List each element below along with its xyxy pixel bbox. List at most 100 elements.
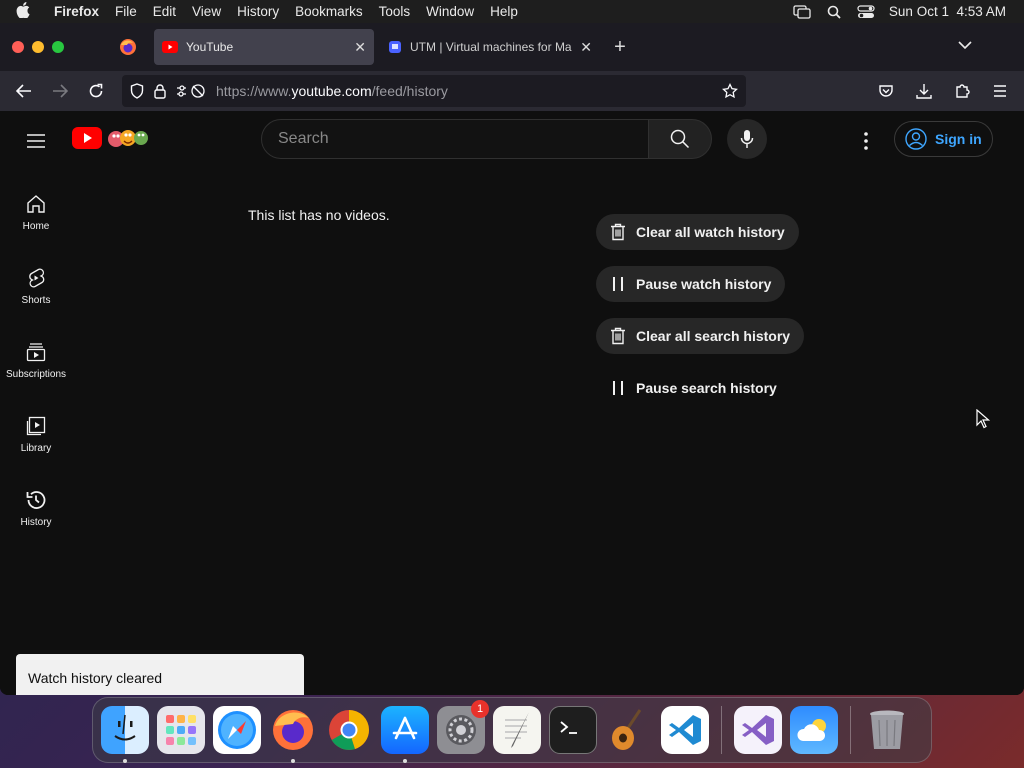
downloads-button[interactable] [906,75,942,107]
menu-file[interactable]: File [107,4,145,19]
url-prefix: https://www. [216,83,292,99]
forward-arrow-icon [53,84,68,98]
dock-system-settings-icon[interactable]: 1 [437,700,489,754]
pause-search-history-button[interactable]: Pause search history [596,370,791,406]
vertical-dots-icon [864,132,868,150]
snackbar-toast: Watch history cleared [16,654,304,695]
firefox-window: YouTube ✕ UTM | Virtual machines for Mac… [0,23,1024,695]
dock-firefox-icon[interactable] [269,706,317,763]
firefox-icon [120,39,136,55]
pause-icon [613,277,623,291]
youtube-favicon-icon [162,41,178,53]
permissions-icon[interactable] [176,83,206,99]
running-indicator [403,759,407,763]
back-button[interactable] [6,75,42,107]
menu-view[interactable]: View [184,4,229,19]
menu-bookmarks[interactable]: Bookmarks [287,4,371,19]
action-label: Pause watch history [636,276,772,292]
action-label: Clear all watch history [636,224,785,240]
dock-terminal-icon[interactable] [549,706,597,754]
dock-trash-icon[interactable] [863,706,911,754]
youtube-page: Search Sign in Home Shorts Subscriptions… [0,111,1024,695]
sidebar-item-library[interactable]: Library [0,397,72,471]
control-center-icon[interactable] [857,4,875,19]
menu-history[interactable]: History [229,4,287,19]
mini-guide-sidebar: Home Shorts Subscriptions Library Histor… [0,175,72,545]
new-tab-button[interactable]: + [606,36,634,59]
sidebar-item-subscriptions[interactable]: Subscriptions [0,323,72,397]
close-window-button[interactable] [12,41,24,53]
sign-in-label: Sign in [935,131,982,147]
hamburger-menu-icon [27,134,45,148]
forward-button[interactable] [42,75,78,107]
dock-chrome-icon[interactable] [325,706,373,754]
tab-youtube[interactable]: YouTube ✕ [154,29,374,65]
dock-finder-icon[interactable] [101,706,149,763]
pocket-button[interactable] [868,75,904,107]
dock-vscode-icon[interactable] [661,706,709,754]
action-label: Pause search history [636,380,777,396]
tracking-protection-shield-icon[interactable] [130,83,144,99]
dock-app-store-icon[interactable] [381,706,429,763]
document-pen-icon [505,712,529,748]
screen-mirroring-icon[interactable] [793,4,811,19]
finder-face-icon [114,714,136,741]
dock-visual-studio-icon[interactable] [734,706,782,754]
search-input[interactable]: Search [261,119,649,159]
mouse-pointer-icon [976,409,990,429]
minimize-window-button[interactable] [32,41,44,53]
apple-menu-icon[interactable] [0,2,46,21]
clear-watch-history-button[interactable]: Clear all watch history [596,214,799,250]
app-store-a-icon [392,716,418,740]
url-path: /feed/history [371,83,448,99]
sidebar-item-shorts[interactable]: Shorts [0,249,72,323]
tab-utm[interactable]: UTM | Virtual machines for Mac ✕ [380,29,600,65]
dock-weather-icon[interactable] [790,706,838,754]
menu-tools[interactable]: Tools [371,4,419,19]
sidebar-item-home[interactable]: Home [0,175,72,249]
dock-safari-icon[interactable] [213,706,261,754]
clear-search-history-button[interactable]: Clear all search history [596,318,805,354]
list-all-tabs-icon[interactable] [958,37,972,55]
sign-in-button[interactable]: Sign in [894,121,993,157]
settings-more-button[interactable] [855,129,877,153]
zoom-window-button[interactable] [52,41,64,53]
youtube-play-logo-icon [72,127,102,149]
guitar-icon [612,709,642,750]
search-icon [670,129,690,149]
search-button[interactable] [648,119,712,159]
dock-garageband-icon[interactable] [605,706,653,754]
extensions-button[interactable] [944,75,980,107]
spotlight-search-icon[interactable] [825,5,843,19]
firefox-view-button[interactable] [106,29,150,65]
trash-icon [611,223,625,241]
sidebar-item-label: Subscriptions [5,368,67,380]
menubar-app-name[interactable]: Firefox [46,4,107,19]
sidebar-item-label: Home [22,220,50,232]
puzzle-piece-icon [956,84,970,98]
close-tab-icon[interactable]: ✕ [354,39,366,56]
app-menu-button[interactable] [982,75,1018,107]
guide-menu-button[interactable] [24,129,48,153]
visual-studio-logo-icon [742,715,774,745]
menubar-clock[interactable]: Sun Oct 1 4:53 AM [889,4,1006,19]
reload-button[interactable] [78,75,114,107]
pause-watch-history-button[interactable]: Pause watch history [596,266,786,302]
compass-icon [218,711,256,749]
dock-textedit-icon[interactable] [493,706,541,754]
url-bar[interactable]: https://www.youtube.com/feed/history [122,75,746,107]
history-icon [26,490,46,509]
sidebar-item-history[interactable]: History [0,471,72,545]
close-tab-icon[interactable]: ✕ [580,39,592,56]
menu-edit[interactable]: Edit [145,4,184,19]
bookmark-star-icon[interactable] [722,83,738,99]
youtube-logo[interactable] [72,125,152,151]
lock-icon[interactable] [154,83,166,99]
menu-window[interactable]: Window [418,4,482,19]
utm-favicon-icon [389,41,401,53]
vscode-logo-icon [669,715,701,745]
url-text[interactable]: https://www.youtube.com/feed/history [216,83,712,99]
menu-help[interactable]: Help [482,4,526,19]
voice-search-button[interactable] [727,119,767,159]
dock-launchpad-icon[interactable] [157,706,205,754]
